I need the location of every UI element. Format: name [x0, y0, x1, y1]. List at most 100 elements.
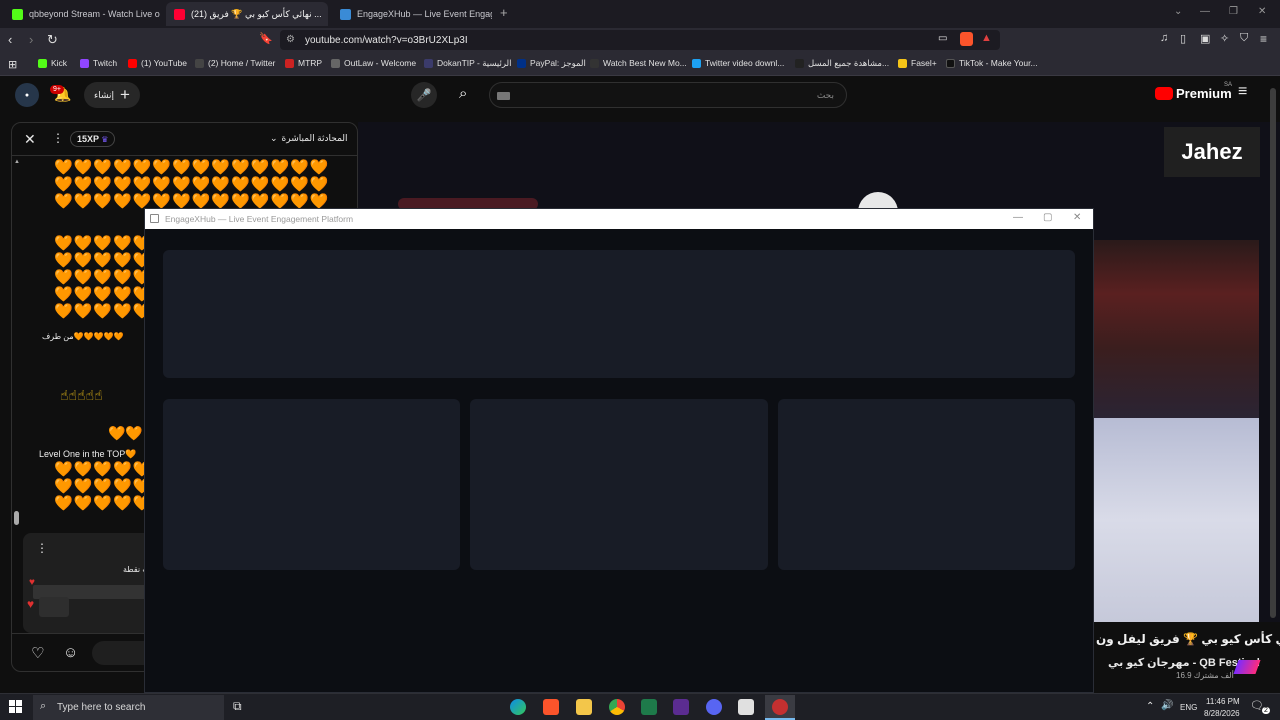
forward-icon[interactable]: › — [29, 32, 33, 47]
dokantip-icon — [424, 59, 433, 68]
minimize-icon[interactable]: — — [1200, 6, 1210, 17]
avatar[interactable]: ● — [15, 83, 39, 107]
keyboard-icon[interactable] — [497, 92, 510, 100]
bookmark-kick[interactable]: Kick — [38, 58, 67, 68]
movie-icon — [590, 58, 599, 68]
bookmark-series[interactable]: مشاهدة جميع المسل... — [795, 58, 889, 69]
search-input[interactable]: بحث — [489, 82, 847, 108]
taskbar-search-input[interactable]: ⌕ Type here to search — [33, 695, 224, 720]
create-button[interactable]: إنشاء + — [84, 82, 140, 108]
like-heart-icon[interactable]: ♡ — [31, 644, 44, 662]
bookmark-dokantip[interactable]: DokanTIP - الرئيسية — [424, 58, 511, 69]
bookmark-twitter-downloader[interactable]: Twitter video downl... — [692, 58, 784, 68]
tray-chevron-icon[interactable]: ⌃ — [1146, 701, 1154, 712]
heart-icon: ♥ — [27, 597, 35, 611]
restore-icon[interactable]: ❐ — [1229, 6, 1238, 17]
sponsor-logo: Jahez — [1164, 127, 1260, 177]
menu-icon[interactable]: ≡ — [1260, 32, 1267, 46]
search-icon[interactable]: ⌕ — [459, 85, 467, 102]
mtrp-icon — [285, 58, 294, 68]
channel-avatar[interactable] — [1233, 660, 1261, 674]
region-code: SA — [1224, 82, 1233, 88]
new-tab-button[interactable]: + — [500, 5, 508, 20]
card-more-icon[interactable]: ⋮ — [36, 541, 48, 555]
music-icon[interactable]: ♫ — [1160, 32, 1168, 44]
youtube-logo-icon[interactable] — [1155, 87, 1173, 100]
close-chat-icon[interactable]: ✕ — [24, 131, 36, 148]
maximize-icon[interactable]: ▢ — [1043, 212, 1052, 223]
tab-engagexhub[interactable]: EngageXHub — Live Event Engagem — [332, 2, 492, 26]
brave-shield-icon[interactable] — [960, 32, 973, 46]
volume-icon[interactable]: 🔊 — [1161, 700, 1173, 711]
chrome-icon[interactable] — [609, 699, 625, 715]
youtube-icon — [174, 8, 185, 20]
bookmark-twitch[interactable]: Twitch — [80, 58, 117, 68]
chat-mode-dropdown[interactable]: ⌄ المحادثة المباشرة — [270, 133, 348, 144]
taskbar-active-app[interactable] — [765, 695, 795, 720]
reload-icon[interactable]: ↻ — [47, 32, 58, 48]
chevron-down-icon[interactable]: ⌄ — [1174, 6, 1182, 17]
notification-count: 2 — [1262, 707, 1270, 714]
bookmarks-bar: ⊞ Kick Twitch (1) YouTube (2) Home / Twi… — [0, 52, 1280, 76]
clock-time[interactable]: 11:46 PM — [1206, 697, 1240, 706]
cast-icon[interactable]: ▭ — [938, 33, 947, 44]
bookmark-tiktok[interactable]: TikTok - Make Your... — [946, 58, 1038, 68]
loading-skeleton-hero — [163, 250, 1075, 378]
video-title[interactable]: نهائي كأس كيو بي 🏆 فريق ليفل ون — [1096, 632, 1280, 646]
windows-start-icon[interactable] — [9, 700, 22, 713]
back-icon[interactable]: ‹ — [8, 32, 12, 47]
loading-skeleton-card — [470, 399, 768, 570]
clock-date[interactable]: 8/28/2026 — [1204, 709, 1240, 718]
scroll-up-icon[interactable]: ▲ — [14, 159, 20, 165]
address-bar[interactable]: ⚙ youtube.com/watch?v=o3BrU2XLp3I ▭ ▲ — [280, 30, 1000, 50]
bookmark-mtrp[interactable]: MTRP — [285, 58, 322, 68]
brave-rewards-icon[interactable]: ▲ — [981, 32, 992, 44]
guide-menu-icon[interactable]: ≡ — [1238, 83, 1247, 101]
wallet-icon[interactable]: ▣ — [1200, 32, 1210, 45]
bookmark-youtube[interactable]: (1) YouTube — [128, 58, 187, 68]
leo-icon[interactable]: ✧ — [1220, 32, 1229, 45]
chat-scrollbar[interactable] — [14, 511, 19, 525]
close-window-icon[interactable]: ✕ — [1258, 6, 1266, 17]
bookmark-paypal[interactable]: PayPal: الموجز — [517, 58, 586, 69]
next-app-icon[interactable] — [673, 699, 689, 715]
edge-icon[interactable] — [510, 699, 526, 715]
youtube-icon — [128, 58, 137, 68]
apps-grid-icon[interactable]: ⊞ — [8, 58, 17, 71]
site-settings-icon[interactable]: ⚙ — [286, 34, 295, 45]
window-titlebar[interactable]: EngageXHub — Live Event Engagement Platf… — [145, 209, 1093, 229]
notepad-icon[interactable] — [738, 699, 754, 715]
vpn-icon[interactable]: ⛉ — [1240, 32, 1248, 45]
outlaw-icon — [331, 58, 340, 68]
chat-message: 🧡🧡🧡🧡🧡 🧡🧡🧡🧡🧡 🧡🧡🧡🧡🧡 — [54, 461, 153, 512]
tab-title: (21) نهائي كأس كيو بي 🏆 فريق ... — [191, 8, 322, 19]
chat-more-icon[interactable]: ⋮ — [52, 131, 64, 145]
tab-youtube-video[interactable]: (21) نهائي كأس كيو بي 🏆 فريق ... ✕ — [166, 2, 328, 26]
file-explorer-icon[interactable] — [576, 699, 592, 715]
spreadsheet-icon[interactable] — [641, 699, 657, 715]
heart-icon: ♥ — [29, 577, 35, 588]
emoji-icon[interactable]: ☺ — [63, 644, 78, 661]
bookmark-outlaw[interactable]: OutLaw - Welcome — [331, 58, 416, 68]
tab-kick-stream[interactable]: qbbeyond Stream - Watch Live o — [4, 2, 164, 26]
language-indicator[interactable]: ENG — [1180, 703, 1197, 712]
bookmark-twitter[interactable]: (2) Home / Twitter — [195, 58, 275, 68]
xp-badge[interactable]: 15XP ♛ — [70, 131, 116, 147]
bookmark-fasel[interactable]: Fasel+ — [898, 58, 937, 68]
bookmark-watch-movies[interactable]: Watch Best New Mo... — [590, 58, 687, 68]
page-scrollbar[interactable] — [1270, 88, 1276, 618]
engagexhub-icon — [340, 8, 351, 20]
discord-icon[interactable] — [706, 699, 722, 715]
video-crowd — [1093, 240, 1259, 420]
minimize-icon[interactable]: — — [1013, 212, 1023, 223]
task-view-icon[interactable]: ⧉ — [233, 699, 242, 714]
brave-icon[interactable] — [543, 699, 559, 715]
voice-search-icon[interactable]: 🎤 — [411, 82, 437, 108]
premium-label[interactable]: Premium — [1176, 86, 1232, 101]
plus-icon: + — [120, 85, 130, 104]
search-icon: ⌕ — [40, 700, 47, 712]
sidebar-icon[interactable]: ▯ — [1180, 32, 1186, 45]
bookmark-icon[interactable]: 🔖 — [259, 32, 273, 45]
browser-navbar: ‹ › ↻ 🔖 ⚙ youtube.com/watch?v=o3BrU2XLp3… — [0, 28, 1280, 52]
close-window-icon[interactable]: ✕ — [1073, 212, 1081, 223]
